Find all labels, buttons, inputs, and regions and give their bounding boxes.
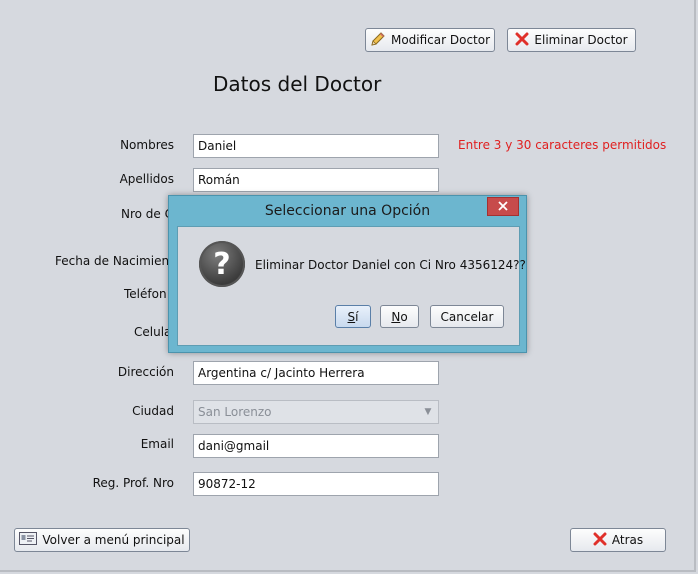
yes-label: Sí — [348, 310, 359, 324]
confirm-dialog: Seleccionar una Opción ? Eliminar Doctor… — [168, 195, 527, 353]
no-label-rest: o — [400, 309, 408, 324]
red-x-icon — [593, 532, 607, 549]
apellidos-label: Apellidos — [119, 172, 174, 186]
back-label: Atras — [611, 533, 644, 547]
yes-label-rest: í — [355, 309, 359, 324]
yes-button[interactable]: Sí — [335, 305, 371, 328]
ciudad-select-value: San Lorenzo — [198, 405, 272, 419]
modify-doctor-label: Modificar Doctor — [390, 33, 491, 47]
telefono-label: Teléfon — [124, 287, 167, 301]
close-icon — [498, 200, 508, 214]
ciudad-label: Ciudad — [132, 404, 174, 418]
dialog-message: Eliminar Doctor Daniel con Ci Nro 435612… — [255, 258, 526, 272]
page-title: Datos del Doctor — [213, 72, 382, 96]
direccion-label: Dirección — [117, 365, 174, 379]
ciudad-select[interactable]: San Lorenzo ▼ — [193, 400, 439, 424]
reg-prof-label: Reg. Prof. Nro — [92, 476, 174, 490]
question-icon: ? — [199, 241, 245, 287]
cancel-button[interactable]: Cancelar — [430, 305, 504, 328]
back-to-menu-button[interactable]: Volver a menú principal — [14, 528, 190, 552]
apellidos-field[interactable] — [193, 168, 439, 192]
close-button[interactable] — [487, 197, 519, 216]
id-card-icon — [19, 532, 38, 548]
chevron-down-icon[interactable]: ▼ — [420, 404, 436, 420]
yes-mnemonic: S — [347, 309, 356, 324]
reg-prof-field[interactable] — [193, 472, 439, 496]
delete-doctor-button[interactable]: Eliminar Doctor — [507, 28, 636, 52]
no-button[interactable]: No — [380, 305, 419, 328]
back-button[interactable]: Atras — [570, 528, 666, 552]
dialog-title: Seleccionar una Opción — [264, 203, 431, 219]
fecha-nacimiento-label: Fecha de Nacimient — [55, 254, 174, 268]
back-to-menu-label: Volver a menú principal — [42, 533, 185, 547]
dialog-content: ? Eliminar Doctor Daniel con Ci Nro 4356… — [177, 226, 526, 346]
nombres-label: Nombres — [120, 138, 174, 152]
nro-ci-label: Nro de C — [121, 207, 173, 221]
modify-doctor-button[interactable]: Modificar Doctor — [365, 28, 495, 52]
no-label: No — [391, 310, 407, 324]
email-field[interactable] — [193, 434, 439, 458]
nombres-hint: Entre 3 y 30 caracteres permitidos — [458, 138, 667, 152]
direccion-field[interactable] — [193, 361, 439, 385]
nombres-field[interactable] — [193, 134, 439, 158]
pencil-icon — [370, 31, 386, 50]
delete-doctor-label: Eliminar Doctor — [534, 33, 628, 47]
celular-label: Celula — [134, 325, 172, 339]
email-label: Email — [140, 437, 174, 451]
no-mnemonic: N — [391, 309, 401, 324]
cancel-label: Cancelar — [440, 309, 494, 324]
red-x-icon — [515, 32, 529, 49]
